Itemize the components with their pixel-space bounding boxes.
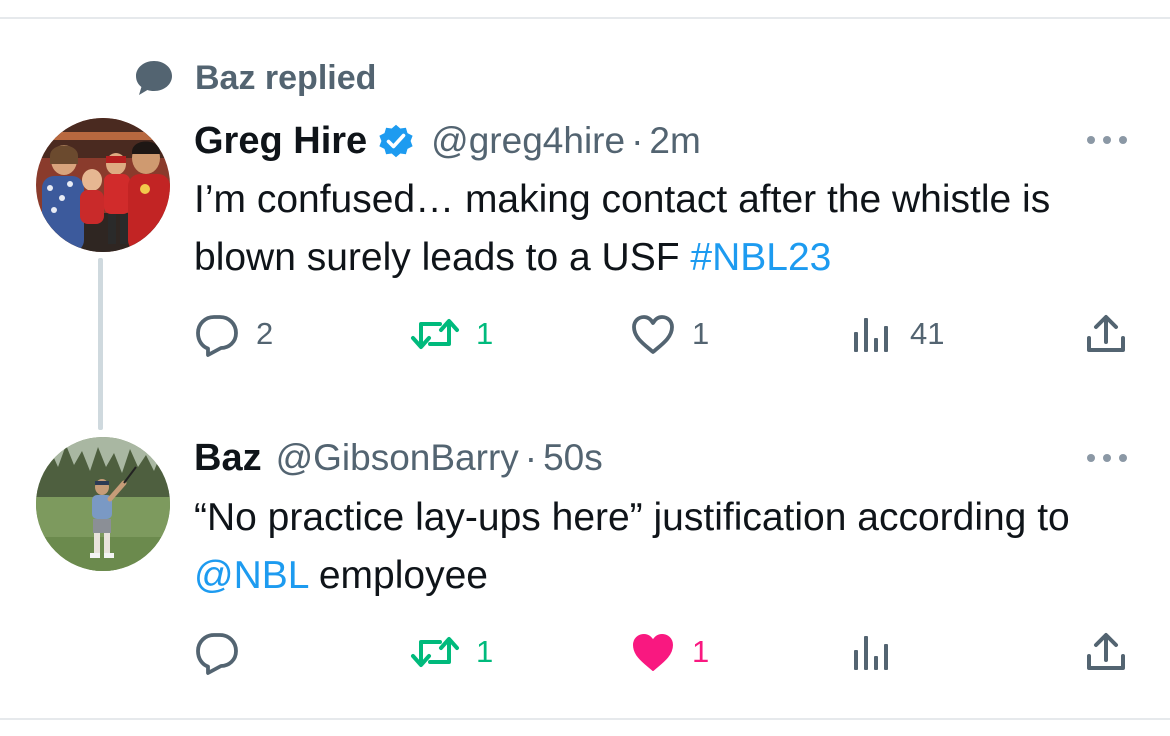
reply-button[interactable] [194, 627, 256, 677]
tweet-text-body: I’m confused… making contact after the w… [194, 178, 1051, 279]
speech-bubble-icon [133, 57, 175, 99]
retweet-button[interactable]: 1 [410, 627, 493, 677]
reply-count: 2 [256, 316, 274, 351]
views-chart-icon [854, 318, 888, 352]
display-name[interactable]: Greg Hire [194, 120, 367, 163]
like-button[interactable]: 1 [630, 309, 709, 359]
bottom-divider [0, 718, 1170, 720]
display-name[interactable]: Baz [194, 437, 262, 480]
thread-connector-line [98, 258, 103, 430]
separator-dot: · [631, 120, 644, 161]
share-button[interactable] [1084, 627, 1128, 677]
more-options-button[interactable] [1083, 446, 1131, 470]
retweet-icon [411, 637, 459, 667]
heart-filled-icon [633, 634, 673, 671]
tweet-text: “No practice lay-ups here” justification… [194, 489, 1144, 605]
more-dots-icon [1087, 136, 1127, 144]
retweet-button[interactable]: 1 [410, 309, 493, 359]
social-context: Baz replied [133, 56, 376, 100]
action-bar: 2 1 1 41 [194, 309, 1134, 359]
views-count: 41 [910, 316, 945, 351]
verified-badge-icon [377, 121, 417, 161]
tweet-text-body: “No practice lay-ups here” justification… [194, 496, 1070, 539]
more-dots-icon [1087, 454, 1127, 462]
hashtag-link[interactable]: #NBL23 [690, 236, 831, 279]
avatar[interactable] [36, 437, 170, 571]
action-bar: 1 1 [194, 627, 1134, 677]
like-count: 1 [692, 316, 710, 351]
mention-link[interactable]: @NBL [194, 554, 308, 597]
handle[interactable]: @greg4hire [431, 120, 625, 162]
share-icon [1087, 633, 1125, 670]
retweet-count: 1 [476, 316, 494, 351]
like-button[interactable]: 1 [630, 627, 709, 677]
reply-icon [196, 633, 238, 675]
timestamp[interactable]: 50s [543, 437, 603, 479]
share-icon [1087, 315, 1125, 352]
handle[interactable]: @GibsonBarry [276, 437, 519, 479]
tweet-header: Greg Hire @greg4hire · 2m [194, 116, 701, 166]
tweet-text: I’m confused… making contact after the w… [194, 171, 1144, 287]
tweet-text-tail: employee [308, 554, 488, 597]
more-options-button[interactable] [1083, 128, 1131, 152]
reply-button[interactable]: 2 [194, 309, 273, 359]
top-divider [0, 17, 1170, 19]
views-button[interactable]: 41 [850, 309, 944, 359]
tweet-header: Baz @GibsonBarry · 50s [194, 433, 603, 483]
separator-dot: · [524, 437, 538, 478]
retweet-icon [411, 319, 459, 349]
views-button[interactable] [850, 627, 894, 677]
timestamp[interactable]: 2m [649, 120, 700, 162]
heart-outline-icon [632, 315, 674, 354]
views-chart-icon [854, 636, 888, 670]
avatar[interactable] [36, 118, 170, 252]
reply-icon [196, 315, 238, 357]
social-context-label[interactable]: Baz replied [195, 59, 376, 98]
like-count: 1 [692, 634, 710, 669]
share-button[interactable] [1084, 309, 1128, 359]
retweet-count: 1 [476, 634, 494, 669]
